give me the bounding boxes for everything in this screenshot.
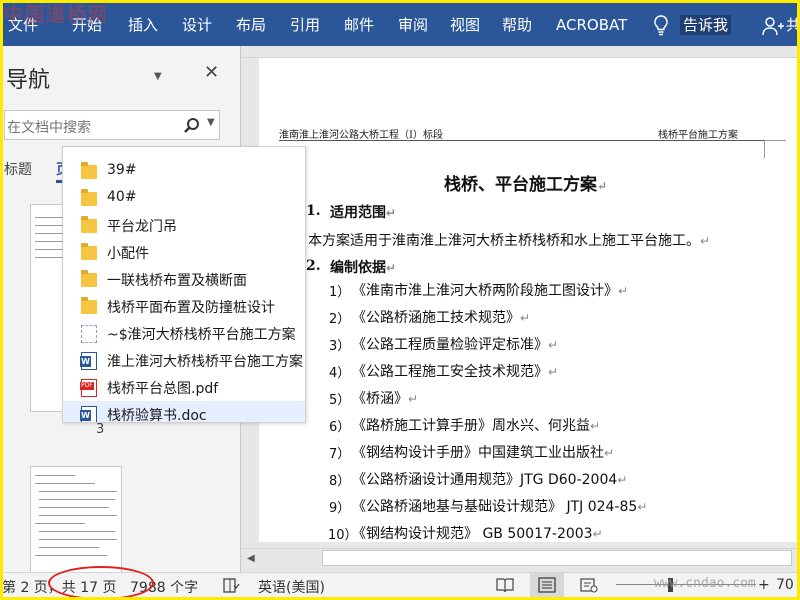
file-name: 39#	[107, 162, 137, 178]
word-doc-icon	[80, 406, 97, 422]
nav-title: 导航	[6, 68, 51, 93]
folder-icon	[81, 216, 97, 233]
close-icon[interactable]: ✕	[204, 62, 219, 83]
file-list-popup: 39# 40# 平台龙门吊 小配件 一联栈桥布置及横断面 栈桥平面布置及防撞桩设…	[62, 146, 306, 423]
list-item[interactable]: 小配件	[63, 239, 305, 266]
language-status[interactable]: 英语(美国)	[258, 577, 325, 597]
list-item[interactable]: 40#	[63, 185, 305, 212]
share-label[interactable]: 共	[786, 15, 800, 35]
file-name: 栈桥验算书.doc	[107, 408, 207, 423]
folder-icon	[81, 162, 97, 179]
list-item-number: 8）	[329, 474, 351, 489]
word-doc-icon	[80, 352, 97, 370]
folder-icon	[81, 297, 97, 314]
folder-icon	[81, 189, 97, 206]
ribbon-menu-bar: 文件 开始 插入 设计 布局 引用 邮件 审阅 视图 帮助 ACROBAT 告诉…	[0, 0, 800, 46]
menu-references[interactable]: 引用	[290, 15, 320, 35]
menu-design[interactable]: 设计	[182, 15, 212, 35]
list-item-number: 3）	[329, 339, 351, 354]
list-item[interactable]: ~$淮河大桥栈桥平台施工方案	[63, 320, 305, 347]
tell-me-box[interactable]: 告诉我	[680, 15, 732, 35]
list-item: 《公路工程质量检验评定标准》↵	[352, 337, 559, 353]
file-name: 平台龙门吊	[107, 219, 177, 235]
file-name: 栈桥平面布置及防撞桩设计	[107, 300, 275, 316]
list-item[interactable]: 栈桥平台总图.pdf	[63, 374, 305, 401]
search-input[interactable]: 在文档中搜索	[7, 117, 91, 137]
folder-icon	[81, 243, 97, 260]
page-thumbnail[interactable]	[30, 466, 122, 572]
menu-acrobat[interactable]: ACROBAT	[556, 15, 627, 35]
scrollbar-thumb[interactable]	[322, 550, 792, 566]
list-item-number: 6）	[329, 420, 351, 435]
list-item-number: 2）	[329, 312, 351, 327]
file-name: 淮上淮河大桥栈桥平台施工方案	[107, 354, 303, 370]
menu-review[interactable]: 审阅	[398, 15, 428, 35]
list-item: 《淮南市淮上淮河大桥两阶段施工图设计》↵	[352, 283, 629, 299]
file-name: 40#	[107, 189, 137, 205]
lightbulb-icon[interactable]	[652, 14, 670, 36]
document-title: 栈桥、平台施工方案↵	[444, 175, 608, 195]
file-name: 一联栈桥布置及横断面	[107, 273, 247, 289]
watermark-logo: 中国道桥网	[4, 4, 110, 26]
list-item: 《公路桥涵地基与基础设计规范》 JTJ 024-85↵	[352, 499, 648, 515]
tab-headings[interactable]: 标题	[4, 159, 32, 179]
page-header-left: 淮南淮上淮河公路大桥工程（I）标段	[279, 130, 443, 141]
list-item: 《路桥施工计算手册》周水兴、何兆益↵	[352, 418, 601, 434]
scroll-left-arrow-icon[interactable]: ◀	[247, 553, 255, 564]
list-item: 《公路桥涵施工技术规范》↵	[352, 310, 531, 326]
margin-corner-mark	[764, 140, 786, 158]
section-number: 2.	[306, 258, 321, 274]
ruler	[241, 46, 800, 58]
list-item-number: 4）	[329, 366, 351, 381]
menu-insert[interactable]: 插入	[128, 15, 158, 35]
nav-search-box[interactable]: 在文档中搜索 ▼	[4, 110, 220, 140]
word-count-status[interactable]: 7988 个字	[130, 577, 198, 597]
search-icon[interactable]	[183, 117, 201, 135]
menu-view[interactable]: 视图	[450, 15, 480, 35]
web-layout-icon[interactable]	[580, 576, 598, 594]
page-count-status[interactable]: 第 2 页，共 17 页	[2, 577, 117, 597]
list-item[interactable]: 39#	[63, 158, 305, 185]
list-item: 《钢结构设计规范》 GB 50017-2003↵	[352, 526, 603, 542]
nav-options-chevron-icon[interactable]: ▼	[154, 71, 162, 82]
list-item[interactable]: 栈桥验算书.doc	[63, 401, 305, 423]
folder-icon	[81, 270, 97, 287]
watermark-url: www.cndao.com	[654, 576, 756, 591]
section-heading: 适用范围↵	[330, 205, 397, 221]
zoom-level[interactable]: 70	[776, 577, 794, 593]
section-heading: 编制依据↵	[330, 260, 397, 276]
list-item[interactable]: 平台龙门吊	[63, 212, 305, 239]
menu-mailings[interactable]: 邮件	[344, 15, 374, 35]
list-item: 《桥涵》↵	[352, 391, 419, 407]
list-item: 《钢结构设计手册》中国建筑工业出版社↵	[352, 445, 615, 461]
proofing-icon[interactable]	[222, 576, 240, 594]
section-number: 1.	[306, 203, 321, 219]
zoom-in-icon[interactable]: +	[758, 577, 770, 593]
pdf-file-icon	[80, 379, 97, 397]
menu-help[interactable]: 帮助	[502, 15, 532, 35]
search-options-chevron-icon[interactable]: ▼	[207, 117, 215, 128]
list-item[interactable]: 淮上淮河大桥栈桥平台施工方案	[63, 347, 305, 374]
read-mode-icon[interactable]	[496, 576, 514, 594]
list-item[interactable]: 栈桥平面布置及防撞桩设计	[63, 293, 305, 320]
file-name: ~$淮河大桥栈桥平台施工方案	[107, 327, 296, 343]
file-name: 栈桥平台总图.pdf	[107, 381, 219, 397]
menu-layout[interactable]: 布局	[236, 15, 266, 35]
list-item-number: 9）	[329, 501, 351, 516]
word-temp-file-icon	[81, 325, 97, 343]
page-thumbnail-number: 3	[96, 422, 105, 437]
page-header-right: 栈桥平台施工方案	[658, 130, 738, 141]
list-item[interactable]: 一联栈桥布置及横断面	[63, 266, 305, 293]
list-item-number: 7）	[329, 447, 351, 462]
print-layout-icon[interactable]	[538, 576, 556, 594]
list-item: 《公路工程施工安全技术规范》↵	[352, 364, 559, 380]
list-item: 《公路桥涵设计通用规范》JTG D60-2004↵	[352, 472, 628, 488]
file-name: 小配件	[107, 246, 149, 262]
body-paragraph: 本方案适用于淮南淮上淮河大桥主桥栈桥和水上施工平台施工。↵	[308, 233, 711, 249]
header-rule	[279, 140, 764, 141]
list-item-number: 1）	[329, 285, 351, 300]
list-item-number: 5）	[329, 393, 351, 408]
